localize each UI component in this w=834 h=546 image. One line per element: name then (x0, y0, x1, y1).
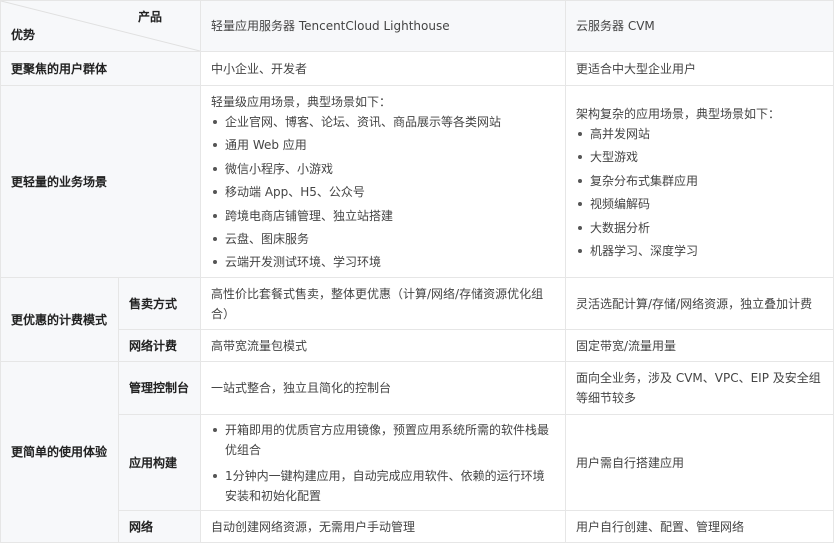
list-item: 大数据分析 (578, 218, 823, 238)
list-item: 跨境电商店铺管理、独立站搭建 (213, 206, 555, 226)
scenario-lighthouse-list: 企业官网、博客、论坛、资讯、商品展示等各类网站 通用 Web 应用 微信小程序、… (211, 112, 555, 272)
cell-build-lighthouse: 开箱即用的优质官方应用镜像，预置应用系统所需的软件栈最优组合 1分钟内一键构建应… (200, 414, 566, 511)
sub-label-network: 网络 (118, 510, 201, 543)
row-label-scenario: 更轻量的业务场景 (0, 85, 201, 278)
cell-audience-cvm: 更适合中大型企业用户 (565, 51, 834, 86)
list-item: 高并发网站 (578, 124, 823, 144)
scenario-cvm-intro: 架构复杂的应用场景，典型场景如下： (576, 107, 781, 121)
list-item: 通用 Web 应用 (213, 135, 555, 155)
build-lighthouse-list: 开箱即用的优质官方应用镜像，预置应用系统所需的软件栈最优组合 1分钟内一键构建应… (211, 420, 555, 506)
row-audience: 更聚焦的用户群体 中小企业、开发者 更适合中大型企业用户 (0, 51, 834, 86)
row-usability-console: 更简单的使用体验 管理控制台 一站式整合，独立且简化的控制台 面向全业务，涉及 … (0, 361, 834, 543)
list-item: 大型游戏 (578, 147, 823, 167)
list-item: 1分钟内一键构建应用，自动完成应用软件、依赖的运行环境安装和初始化配置 (213, 466, 555, 506)
corner-cell: 产品 优势 (0, 0, 201, 52)
cell-audience-lighthouse: 中小企业、开发者 (200, 51, 566, 86)
cell-console-cvm: 面向全业务，涉及 CVM、VPC、EIP 及安全组等细节较多 (565, 361, 834, 415)
list-item: 云端开发测试环境、学习环境 (213, 252, 555, 272)
cell-network-billing-cvm: 固定带宽/流量用量 (565, 329, 834, 362)
corner-advantage-label: 优势 (11, 28, 36, 42)
cell-build-cvm: 用户需自行搭建应用 (565, 414, 834, 511)
scenario-cvm-list: 高并发网站 大型游戏 复杂分布式集群应用 视频编解码 大数据分析 机器学习、深度… (576, 124, 823, 261)
list-item: 视频编解码 (578, 194, 823, 214)
cell-sales-cvm: 灵活选配计算/存储/网络资源，独立叠加计费 (565, 277, 834, 330)
cell-scenario-lighthouse: 轻量级应用场景，典型场景如下： 企业官网、博客、论坛、资讯、商品展示等各类网站 … (200, 85, 566, 278)
row-label-billing: 更优惠的计费模式 (0, 277, 119, 362)
sub-label-build: 应用构建 (118, 414, 201, 511)
corner-product-label: 产品 (137, 10, 162, 24)
comparison-table: 产品 优势 轻量应用服务器 TencentCloud Lighthouse 云服… (0, 0, 834, 543)
cell-network-billing-lighthouse: 高带宽流量包模式 (200, 329, 566, 362)
column-header-cvm: 云服务器 CVM (565, 0, 834, 52)
sub-label-console: 管理控制台 (118, 361, 201, 415)
sub-label-network-billing: 网络计费 (118, 329, 201, 362)
row-usability-network: 网络 自动创建网络资源，无需用户手动管理 用户自行创建、配置、管理网络 (1, 510, 834, 543)
sub-label-sales: 售卖方式 (118, 277, 201, 330)
cell-console-lighthouse: 一站式整合，独立且简化的控制台 (200, 361, 566, 415)
list-item: 复杂分布式集群应用 (578, 171, 823, 191)
row-label-usability: 更简单的使用体验 (0, 361, 119, 543)
cell-network-lighthouse: 自动创建网络资源，无需用户手动管理 (200, 510, 566, 543)
column-header-lighthouse: 轻量应用服务器 TencentCloud Lighthouse (200, 0, 566, 52)
header-row: 产品 优势 轻量应用服务器 TencentCloud Lighthouse 云服… (0, 0, 834, 52)
row-scenario: 更轻量的业务场景 轻量级应用场景，典型场景如下： 企业官网、博客、论坛、资讯、商… (0, 85, 834, 278)
row-usability-build: 应用构建 开箱即用的优质官方应用镜像，预置应用系统所需的软件栈最优组合 1分钟内… (1, 414, 834, 511)
list-item: 云盘、图床服务 (213, 229, 555, 249)
list-item: 移动端 App、H5、公众号 (213, 182, 555, 202)
cell-scenario-cvm: 架构复杂的应用场景，典型场景如下： 高并发网站 大型游戏 复杂分布式集群应用 视… (565, 85, 834, 278)
scenario-lighthouse-intro: 轻量级应用场景，典型场景如下： (211, 95, 392, 109)
list-item: 开箱即用的优质官方应用镜像，预置应用系统所需的软件栈最优组合 (213, 420, 555, 460)
list-item: 微信小程序、小游戏 (213, 159, 555, 179)
list-item: 机器学习、深度学习 (578, 241, 823, 261)
cell-sales-lighthouse: 高性价比套餐式售卖，整体更优惠（计算/网络/存储资源优化组合） (200, 277, 566, 330)
row-label-audience: 更聚焦的用户群体 (0, 51, 201, 86)
cell-network-cvm: 用户自行创建、配置、管理网络 (565, 510, 834, 543)
row-billing-sales: 更优惠的计费模式 售卖方式 高性价比套餐式售卖，整体更优惠（计算/网络/存储资源… (0, 277, 834, 362)
list-item: 企业官网、博客、论坛、资讯、商品展示等各类网站 (213, 112, 555, 132)
row-billing-network: 网络计费 高带宽流量包模式 固定带宽/流量用量 (1, 329, 834, 362)
